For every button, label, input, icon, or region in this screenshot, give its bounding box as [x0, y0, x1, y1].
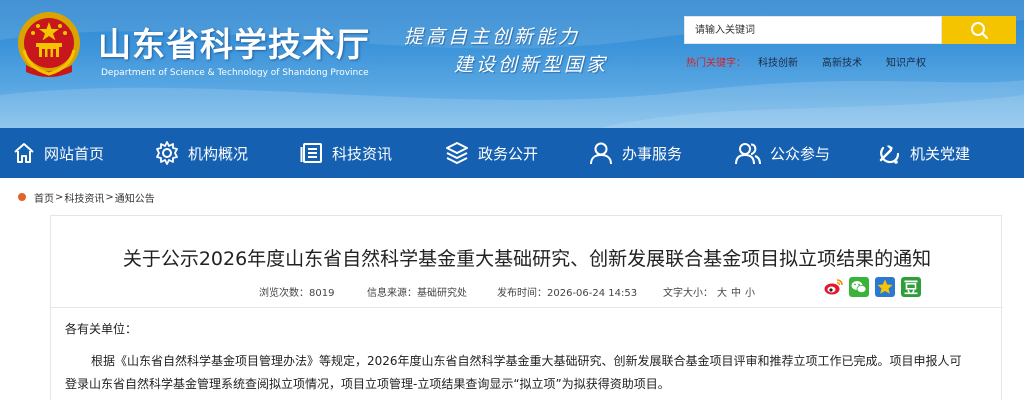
share-wechat-button[interactable] [849, 277, 869, 297]
publish-time-value: 2026-06-24 14:53 [547, 288, 638, 299]
share-weibo-button[interactable] [823, 277, 843, 297]
publish-time-label: 发布时间： [497, 288, 547, 299]
hot-keyword-item[interactable]: 知识产权 [886, 54, 926, 69]
nav-item-label: 政务公开 [478, 144, 539, 163]
breadcrumb-separator: > [55, 191, 64, 203]
article-title: 关于公示2026年度山东省自然科学基金重大基础研究、创新发展联合基金项目拟立项结… [122, 248, 932, 270]
gear-icon [156, 141, 178, 165]
view-count-label: 浏览次数： [259, 288, 309, 299]
slogan-line-1: 提高自主创新能力 [404, 26, 581, 48]
home-icon [14, 143, 34, 163]
article-greeting: 各有关单位： [65, 322, 138, 336]
breadcrumb-home[interactable]: 首页 [34, 190, 54, 205]
hot-keyword-item[interactable]: 科技创新 [758, 54, 798, 69]
article-divider [51, 307, 1003, 308]
view-count-value: 8019 [309, 288, 335, 299]
info-source: 信息来源：基础研究处 [367, 284, 467, 299]
nav-item-services[interactable]: 办事服务 [588, 128, 682, 178]
main-nav: 网站首页 机构概况 科技资讯 政务公开 办事服务 公众参与 机关党建 [0, 128, 1024, 178]
user-icon [590, 142, 612, 165]
publish-time: 发布时间：2026-06-24 14:53 [497, 284, 637, 299]
douban-icon [904, 280, 918, 295]
site-subtitle: Department of Science & Technology of Sh… [101, 68, 369, 78]
article-panel: 关于公示2026年度山东省自然科学基金重大基础研究、创新发展联合基金项目拟立项结… [50, 215, 1003, 400]
breadcrumb-notices[interactable]: 通知公告 [115, 190, 155, 205]
search-icon [971, 22, 989, 40]
font-size-label: 文字大小： [663, 288, 713, 299]
nav-item-label: 机构概况 [188, 144, 249, 163]
font-size-small-button[interactable]: 小 [745, 288, 755, 299]
national-emblem-icon [18, 12, 80, 77]
slogan-line-2: 建设创新型国家 [454, 54, 609, 76]
breadcrumb-dot-icon [18, 193, 26, 201]
nav-item-label: 网站首页 [44, 144, 105, 163]
nav-item-news[interactable]: 科技资讯 [300, 128, 392, 178]
font-size-large-button[interactable]: 大 [717, 288, 727, 299]
search-input[interactable] [684, 16, 942, 44]
nav-item-public-participation[interactable]: 公众参与 [734, 128, 830, 178]
party-icon [879, 145, 900, 164]
nav-item-government-affairs[interactable]: 政务公开 [444, 128, 538, 178]
font-size-control: 文字大小： 大中小 [663, 284, 755, 299]
info-source-value: 基础研究处 [417, 288, 467, 299]
hot-keywords: 热门关键字： 科技创新 高新技术 知识产权 [686, 54, 950, 69]
hot-keywords-label: 热门关键字： [686, 58, 746, 69]
layers-icon [446, 142, 468, 164]
breadcrumb-news[interactable]: 科技资讯 [64, 190, 104, 205]
users-icon [735, 143, 761, 165]
nav-item-organization[interactable]: 机构概况 [154, 128, 248, 178]
nav-item-label: 机关党建 [910, 144, 971, 163]
nav-item-party-building[interactable]: 机关党建 [876, 128, 970, 178]
hot-keyword-item[interactable]: 高新技术 [822, 54, 862, 69]
news-icon [300, 143, 322, 163]
share-douban-button[interactable] [901, 277, 921, 297]
nav-item-label: 办事服务 [622, 144, 683, 163]
breadcrumb-separator: > [105, 191, 114, 203]
nav-item-label: 公众参与 [770, 144, 831, 163]
qzone-icon [877, 279, 893, 294]
view-count: 浏览次数：8019 [259, 284, 334, 299]
wechat-icon [851, 281, 867, 293]
info-source-label: 信息来源： [367, 288, 417, 299]
search-button[interactable] [942, 16, 1016, 44]
site-header: 山东省科学技术厅 Department of Science & Technol… [0, 0, 1024, 128]
share-qzone-button[interactable] [875, 277, 895, 297]
site-title[interactable]: 山东省科学技术厅 [98, 18, 370, 66]
weibo-icon [824, 279, 843, 295]
nav-item-home[interactable]: 网站首页 [12, 128, 104, 178]
nav-item-label: 科技资讯 [332, 144, 393, 163]
font-size-medium-button[interactable]: 中 [731, 288, 741, 299]
breadcrumb: 首页 > 科技资讯 > 通知公告 [18, 188, 155, 206]
article-paragraph: 根据《山东省自然科学基金项目管理办法》等规定，2026年度山东省自然科学基金重大… [65, 354, 962, 391]
